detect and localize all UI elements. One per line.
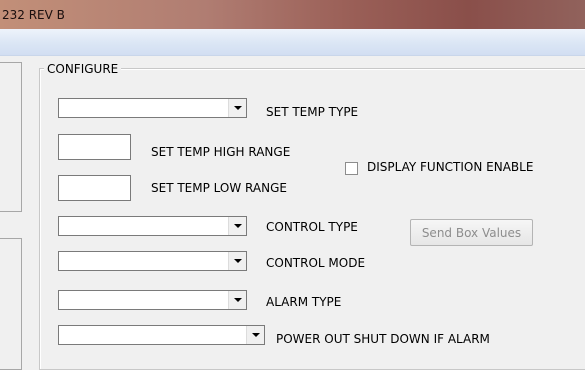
set-temp-low-range-label: SET TEMP LOW RANGE [151, 181, 287, 195]
alarm-type-label: ALARM TYPE [266, 295, 342, 309]
set-temp-type-label: SET TEMP TYPE [266, 105, 359, 119]
left-panel-upper [0, 62, 22, 212]
display-function-enable-label: DISPLAY FUNCTION ENABLE [367, 160, 534, 174]
send-box-values-button[interactable]: Send Box Values [410, 219, 533, 246]
control-type-combo[interactable] [58, 216, 247, 236]
chevron-down-icon[interactable] [228, 99, 246, 117]
menu-bar [0, 29, 585, 56]
configure-legend: CONFIGURE [44, 62, 122, 76]
control-type-label: CONTROL TYPE [266, 220, 358, 234]
title-bar: 232 REV B [0, 0, 585, 29]
chevron-down-icon[interactable] [228, 217, 246, 235]
control-mode-label: CONTROL MODE [266, 256, 366, 270]
alarm-type-combo[interactable] [58, 290, 247, 310]
window-title: 232 REV B [2, 8, 65, 22]
chevron-down-icon[interactable] [246, 326, 264, 344]
power-out-shutdown-combo[interactable] [58, 325, 265, 345]
control-mode-combo[interactable] [58, 251, 247, 271]
set-temp-high-range-input[interactable] [58, 134, 131, 160]
chevron-down-icon[interactable] [228, 252, 246, 270]
display-function-enable-checkbox[interactable] [345, 162, 358, 175]
chevron-down-icon[interactable] [228, 291, 246, 309]
power-out-shutdown-label: POWER OUT SHUT DOWN IF ALARM [276, 332, 490, 346]
left-panel-lower [0, 238, 22, 370]
set-temp-high-range-label: SET TEMP HIGH RANGE [151, 145, 291, 159]
set-temp-low-range-input[interactable] [58, 175, 131, 201]
set-temp-type-combo[interactable] [58, 98, 247, 118]
